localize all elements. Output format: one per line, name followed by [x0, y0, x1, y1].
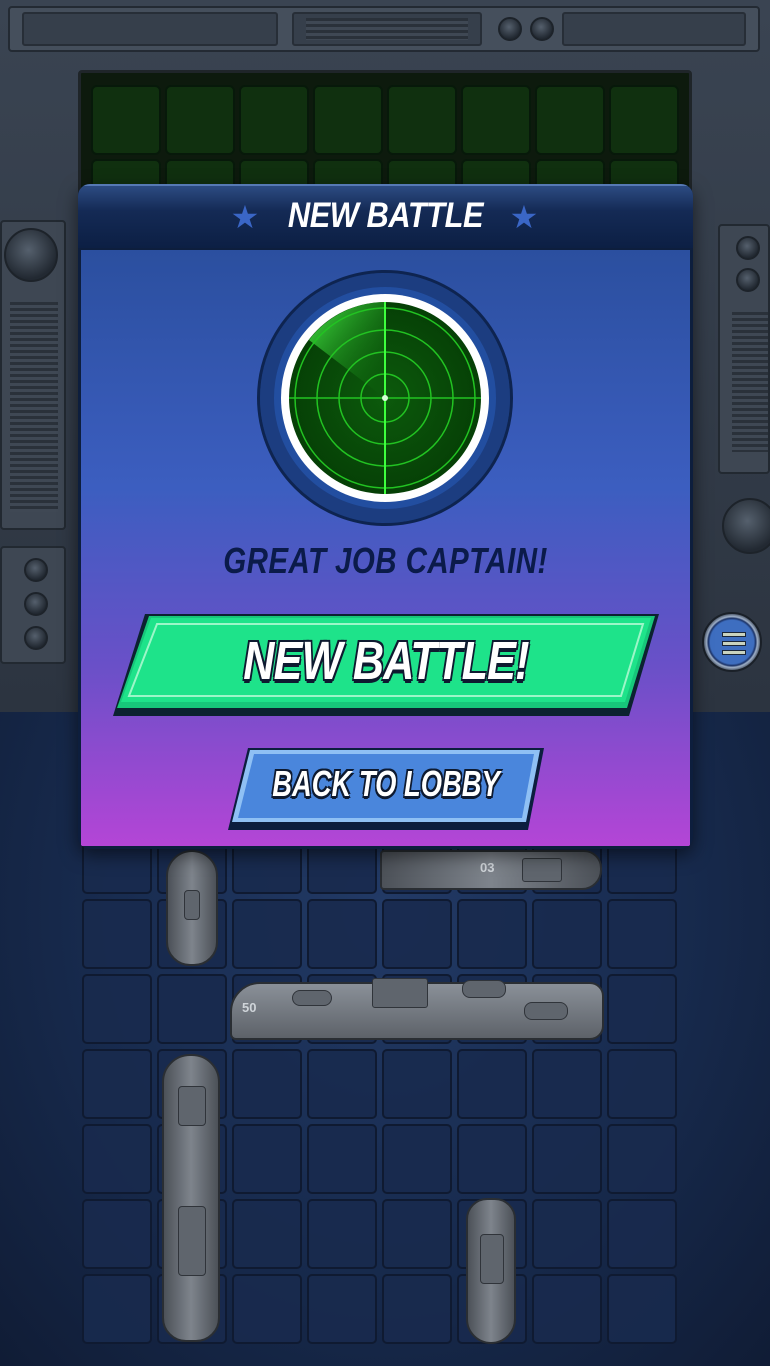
submarine [166, 850, 218, 966]
player-grid-cell [382, 1049, 452, 1119]
player-grid-cell [82, 1124, 152, 1194]
jet-1 [292, 990, 332, 1006]
top-bar-slot-right [562, 12, 746, 46]
radar-sweep [289, 302, 481, 494]
player-grid-cell [607, 1199, 677, 1269]
player-grid-cell [307, 1199, 377, 1269]
player-grid-cell [532, 1124, 602, 1194]
player-grid-cell [382, 1199, 452, 1269]
left-vent [10, 302, 58, 512]
top-status-bar [8, 6, 760, 52]
player-grid-cell [607, 899, 677, 969]
player-grid-cell [457, 1049, 527, 1119]
new-battle-button[interactable]: NEW BATTLE! [111, 610, 661, 720]
player-grid-cell [532, 1274, 602, 1344]
destroyer-bridge [522, 858, 562, 882]
left-knob-1 [24, 558, 48, 582]
right-side-console [718, 224, 770, 474]
new-battle-dialog: ★ NEW BATTLE ★ GREAT JOB CAPTAIN! NEW BA… [78, 184, 693, 849]
menu-button[interactable] [702, 612, 762, 672]
player-grid-cell [457, 1124, 527, 1194]
destroyer-top: 03 [380, 850, 602, 890]
player-grid-cell [82, 899, 152, 969]
carrier-number: 50 [242, 1000, 257, 1015]
carrier-island [372, 978, 428, 1008]
top-knob-2 [530, 17, 554, 41]
radar-icon [257, 270, 513, 526]
enemy-grid-cell[interactable] [313, 85, 383, 155]
enemy-grid-cell[interactable] [91, 85, 161, 155]
right-vent [732, 312, 768, 452]
status-message: GREAT JOB CAPTAIN! [223, 540, 548, 581]
left-dial [4, 228, 58, 282]
aircraft-carrier: 50 [230, 978, 604, 1040]
player-grid-cell [607, 1049, 677, 1119]
player-grid-cell [457, 899, 527, 969]
new-battle-button-label: NEW BATTLE! [243, 631, 529, 691]
battleship [162, 1054, 220, 1342]
enemy-grid-cell[interactable] [165, 85, 235, 155]
player-grid-cell [532, 1049, 602, 1119]
player-grid-cell [382, 1274, 452, 1344]
battleship-turrets [178, 1206, 206, 1276]
player-grid-cell [382, 899, 452, 969]
player-grid-cell [532, 899, 602, 969]
dialog-header: ★ NEW BATTLE ★ [78, 184, 693, 248]
player-grid-cell [157, 974, 227, 1044]
player-grid-cell [232, 1199, 302, 1269]
jet-3 [524, 1002, 568, 1020]
battleship-bridge [178, 1086, 206, 1126]
left-knob-3 [24, 626, 48, 650]
player-grid-cell [382, 1124, 452, 1194]
dialog-body: GREAT JOB CAPTAIN! NEW BATTLE! BACK TO L… [81, 250, 690, 846]
patrol-boat [466, 1198, 516, 1344]
top-knob-1 [498, 17, 522, 41]
right-dial [722, 498, 770, 554]
submarine-tower [184, 890, 200, 920]
top-bar-slot-center [292, 12, 482, 46]
top-vent [306, 18, 468, 40]
dialog-title: NEW BATTLE [287, 196, 484, 235]
back-to-lobby-button-label: BACK TO LOBBY [272, 763, 500, 804]
left-knob-2 [24, 592, 48, 616]
right-knob-1 [736, 236, 760, 260]
enemy-grid-cell[interactable] [535, 85, 605, 155]
left-side-console [0, 220, 66, 530]
radar-screen [289, 302, 481, 494]
player-grid-cell [607, 974, 677, 1044]
enemy-grid-cell[interactable] [609, 85, 679, 155]
player-grid-cell [232, 899, 302, 969]
player-grid-cell [307, 899, 377, 969]
player-grid-cell [82, 1199, 152, 1269]
enemy-grid-cell[interactable] [461, 85, 531, 155]
player-grid-cell [307, 1124, 377, 1194]
player-grid-cell [82, 1049, 152, 1119]
left-button-panel [0, 546, 66, 664]
player-grid-cell [82, 974, 152, 1044]
player-grid-cell [307, 1049, 377, 1119]
player-grid-cell [232, 1274, 302, 1344]
jet-2 [462, 980, 506, 998]
player-grid-cell [532, 1199, 602, 1269]
player-grid-cell [607, 1124, 677, 1194]
right-knob-2 [736, 268, 760, 292]
enemy-grid-cell[interactable] [239, 85, 309, 155]
destroyer-number: 03 [480, 860, 495, 875]
player-grid-cell [307, 1274, 377, 1344]
player-grid-cell [232, 1124, 302, 1194]
player-grid-cell [232, 1049, 302, 1119]
player-grid-cell [607, 1274, 677, 1344]
star-icon: ★ [509, 199, 539, 235]
enemy-grid-cell[interactable] [387, 85, 457, 155]
top-bar-slot-left [22, 12, 278, 46]
player-grid-cell [82, 1274, 152, 1344]
back-to-lobby-button[interactable]: BACK TO LOBBY [226, 746, 546, 832]
patrol-boat-deck [480, 1234, 504, 1284]
